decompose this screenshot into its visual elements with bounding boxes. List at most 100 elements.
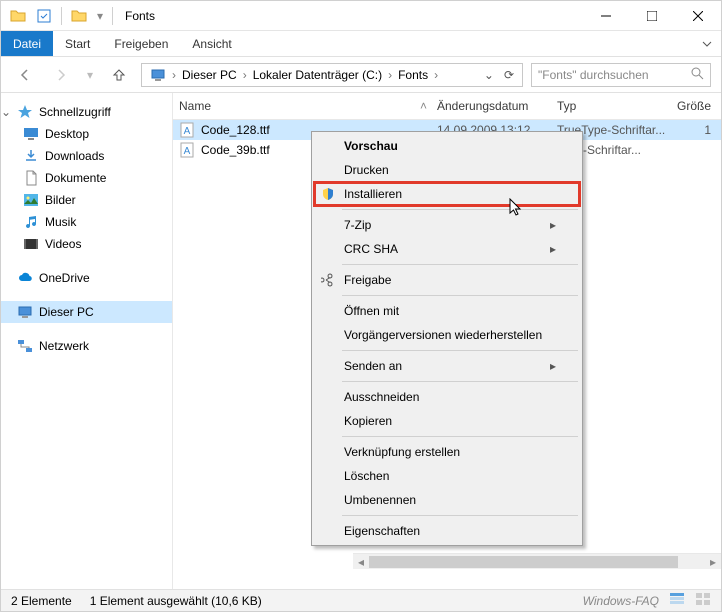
ctx-delete[interactable]: Löschen <box>314 464 580 488</box>
pc-icon <box>146 67 170 83</box>
ctx-restore-versions[interactable]: Vorgängerversionen wiederherstellen <box>314 323 580 347</box>
ctx-rename[interactable]: Umbenennen <box>314 488 580 512</box>
view-details-icon[interactable] <box>669 592 685 609</box>
music-icon <box>23 214 39 230</box>
svg-text:A: A <box>184 146 191 157</box>
file-name: Code_128.ttf <box>201 123 270 137</box>
tab-start[interactable]: Start <box>53 31 102 56</box>
breadcrumb-seg-2[interactable]: Fonts <box>394 68 432 82</box>
font-file-icon: A <box>179 142 195 158</box>
sidebar-item-videos[interactable]: Videos <box>1 233 172 255</box>
scroll-right-icon[interactable]: ▸ <box>705 554 721 570</box>
sidebar-this-pc[interactable]: ›Dieser PC <box>1 301 172 323</box>
submenu-arrow-icon: ▸ <box>550 242 556 256</box>
chevron-down-icon[interactable]: ⌄ <box>1 105 11 119</box>
ctx-share[interactable]: Freigabe <box>314 268 580 292</box>
ctx-cut[interactable]: Ausschneiden <box>314 385 580 409</box>
ctx-properties[interactable]: Eigenschaften <box>314 519 580 543</box>
sidebar-network[interactable]: ›Netzwerk <box>1 335 172 357</box>
view-thumbnails-icon[interactable] <box>695 592 711 609</box>
video-icon <box>23 236 39 252</box>
file-name: Code_39b.ttf <box>201 143 270 157</box>
chevron-right-icon[interactable]: › <box>1 305 11 319</box>
ctx-7zip[interactable]: 7-Zip▸ <box>314 213 580 237</box>
column-name[interactable]: Name˄ <box>179 99 437 113</box>
pc-icon <box>17 304 33 320</box>
nav-up-button[interactable] <box>105 61 133 89</box>
address-dropdown-icon[interactable]: ⌄ <box>480 68 498 82</box>
search-placeholder: "Fonts" durchsuchen <box>538 68 649 82</box>
sidebar-quick-access[interactable]: ⌄ Schnellzugriff <box>1 101 172 123</box>
download-icon <box>23 148 39 164</box>
ctx-create-shortcut[interactable]: Verknüpfung erstellen <box>314 440 580 464</box>
ctx-crcsha[interactable]: CRC SHA▸ <box>314 237 580 261</box>
address-bar[interactable]: › Dieser PC › Lokaler Datenträger (C:) ›… <box>141 63 523 87</box>
status-selection: 1 Element ausgewählt (10,6 KB) <box>90 594 262 608</box>
network-icon <box>17 338 33 354</box>
status-count: 2 Elemente <box>11 594 72 608</box>
titlebar: ▾ Fonts <box>1 1 721 31</box>
horizontal-scrollbar[interactable]: ◂ ▸ <box>353 553 721 569</box>
sidebar-item-desktop[interactable]: Desktop <box>1 123 172 145</box>
document-icon <box>23 170 39 186</box>
ctx-open-with[interactable]: Öffnen mit <box>314 299 580 323</box>
star-icon <box>17 104 33 120</box>
chevron-right-icon[interactable]: › <box>1 339 11 353</box>
font-file-icon: A <box>179 122 195 138</box>
breadcrumb-seg-1[interactable]: Lokaler Datenträger (C:) <box>249 68 386 82</box>
submenu-arrow-icon: ▸ <box>550 359 556 373</box>
sidebar-item-music[interactable]: Musik <box>1 211 172 233</box>
separator <box>342 381 578 382</box>
chevron-right-icon[interactable]: › <box>1 271 11 285</box>
search-input[interactable]: "Fonts" durchsuchen <box>531 63 711 87</box>
separator <box>342 350 578 351</box>
ctx-print[interactable]: Drucken <box>314 158 580 182</box>
column-date[interactable]: Änderungsdatum <box>437 99 557 113</box>
column-type[interactable]: Typ <box>557 99 677 113</box>
window-title: Fonts <box>125 9 155 23</box>
close-button[interactable] <box>675 1 721 31</box>
picture-icon <box>23 192 39 208</box>
sidebar-item-downloads[interactable]: Downloads <box>1 145 172 167</box>
share-icon <box>320 272 336 288</box>
ctx-install[interactable]: Installieren <box>314 182 580 206</box>
file-size: 1 <box>677 123 711 137</box>
breadcrumb-seg-0[interactable]: Dieser PC <box>178 68 241 82</box>
navigation-pane: ⌄ Schnellzugriff Desktop Downloads Dokum… <box>1 93 173 591</box>
sidebar-item-documents[interactable]: Dokumente <box>1 167 172 189</box>
ctx-send-to[interactable]: Senden an▸ <box>314 354 580 378</box>
address-row: ▾ › Dieser PC › Lokaler Datenträger (C:)… <box>1 57 721 93</box>
cloud-icon <box>17 270 33 286</box>
qat-props-icon[interactable] <box>33 5 55 27</box>
sort-indicator-icon: ˄ <box>420 99 427 113</box>
ribbon-tabs: Datei Start Freigeben Ansicht <box>1 31 721 57</box>
desktop-icon <box>23 126 39 142</box>
tab-view[interactable]: Ansicht <box>180 31 243 56</box>
tab-share[interactable]: Freigeben <box>102 31 180 56</box>
scroll-thumb[interactable] <box>369 556 678 568</box>
watermark: Windows-FAQ <box>583 594 659 608</box>
scroll-left-icon[interactable]: ◂ <box>353 554 369 570</box>
separator <box>342 264 578 265</box>
minimize-button[interactable] <box>583 1 629 31</box>
qat-dropdown-icon[interactable]: ▾ <box>94 5 106 27</box>
sidebar-onedrive[interactable]: ›OneDrive <box>1 267 172 289</box>
nav-forward-button[interactable] <box>47 61 75 89</box>
separator <box>342 209 578 210</box>
separator <box>342 295 578 296</box>
address-refresh-icon[interactable]: ⟳ <box>500 68 518 82</box>
ctx-preview[interactable]: Vorschau <box>314 134 580 158</box>
qat-folder-icon[interactable] <box>68 5 90 27</box>
shield-icon <box>320 186 336 202</box>
separator <box>342 436 578 437</box>
nav-history-button[interactable]: ▾ <box>83 61 97 89</box>
column-size[interactable]: Größe <box>677 99 711 113</box>
ctx-copy[interactable]: Kopieren <box>314 409 580 433</box>
tab-file[interactable]: Datei <box>1 31 53 56</box>
nav-back-button[interactable] <box>11 61 39 89</box>
context-menu: Vorschau Drucken Installieren 7-Zip▸ CRC… <box>311 131 583 546</box>
sidebar-item-pictures[interactable]: Bilder <box>1 189 172 211</box>
maximize-button[interactable] <box>629 1 675 31</box>
ribbon-expand-icon[interactable] <box>693 31 721 56</box>
search-icon <box>690 66 704 83</box>
